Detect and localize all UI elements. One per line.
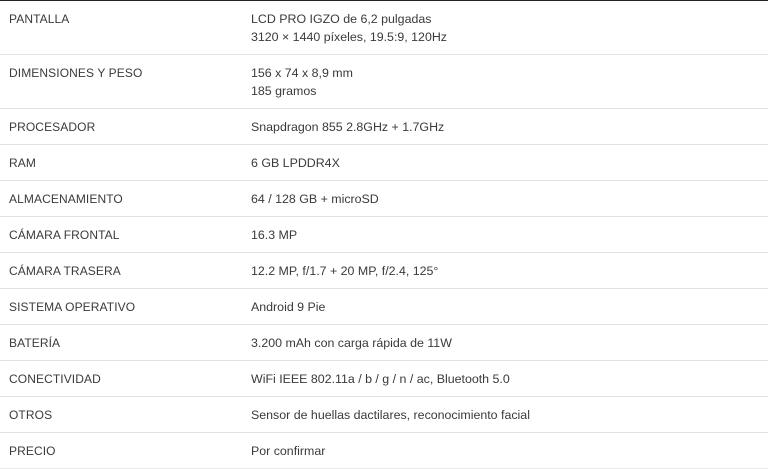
spec-value-line: LCD PRO IGZO de 6,2 pulgadas bbox=[251, 12, 432, 26]
spec-label: DIMENSIONES Y PESO bbox=[9, 66, 143, 80]
spec-value: WiFi IEEE 802.11a / b / g / n / ac, Blue… bbox=[243, 361, 768, 389]
spec-value-line: 6 GB LPDDR4X bbox=[251, 156, 340, 170]
spec-value-line: 16.3 MP bbox=[251, 228, 298, 242]
spec-value-line: Por confirmar bbox=[251, 444, 326, 458]
spec-value: 16.3 MP bbox=[243, 217, 768, 245]
spec-table: PANTALLA LCD PRO IGZO de 6,2 pulgadas 31… bbox=[0, 0, 768, 469]
spec-label: SISTEMA OPERATIVO bbox=[9, 300, 136, 314]
spec-label: CÁMARA FRONTAL bbox=[9, 228, 120, 242]
spec-value-line: Snapdragon 855 2.8GHz + 1.7GHz bbox=[251, 120, 445, 134]
spec-value-line: 12.2 MP, f/1.7 + 20 MP, f/2.4, 125° bbox=[251, 264, 439, 278]
spec-row-ram: RAM 6 GB LPDDR4X bbox=[0, 145, 768, 181]
spec-label: ALMACENAMIENTO bbox=[9, 192, 123, 206]
spec-label: RAM bbox=[9, 156, 36, 170]
spec-label: BATERÍA bbox=[9, 336, 61, 350]
spec-value-line: WiFi IEEE 802.11a / b / g / n / ac, Blue… bbox=[251, 372, 510, 386]
spec-row-procesador: PROCESADOR Snapdragon 855 2.8GHz + 1.7GH… bbox=[0, 109, 768, 145]
spec-label: PANTALLA bbox=[9, 12, 70, 26]
spec-value-line: Sensor de huellas dactilares, reconocimi… bbox=[251, 408, 530, 422]
spec-value: Android 9 Pie bbox=[243, 289, 768, 317]
spec-row-otros: OTROS Sensor de huellas dactilares, reco… bbox=[0, 397, 768, 433]
spec-value-line: 3120 × 1440 píxeles, 19.5:9, 120Hz bbox=[251, 29, 447, 44]
spec-value: 3.200 mAh con carga rápida de 11W bbox=[243, 325, 768, 353]
spec-row-sistema-operativo: SISTEMA OPERATIVO Android 9 Pie bbox=[0, 289, 768, 325]
spec-value: 12.2 MP, f/1.7 + 20 MP, f/2.4, 125° bbox=[243, 253, 768, 281]
spec-value: LCD PRO IGZO de 6,2 pulgadas 3120 × 1440… bbox=[243, 1, 768, 46]
spec-value: 6 GB LPDDR4X bbox=[243, 145, 768, 173]
spec-row-precio: PRECIO Por confirmar bbox=[0, 433, 768, 469]
spec-value: Por confirmar bbox=[243, 433, 768, 461]
spec-row-camara-trasera: CÁMARA TRASERA 12.2 MP, f/1.7 + 20 MP, f… bbox=[0, 253, 768, 289]
spec-row-camara-frontal: CÁMARA FRONTAL 16.3 MP bbox=[0, 217, 768, 253]
spec-value-line: 3.200 mAh con carga rápida de 11W bbox=[251, 336, 452, 350]
spec-value: Snapdragon 855 2.8GHz + 1.7GHz bbox=[243, 109, 768, 137]
spec-label: OTROS bbox=[9, 408, 53, 422]
spec-label: PRECIO bbox=[9, 444, 56, 458]
spec-row-bateria: BATERÍA 3.200 mAh con carga rápida de 11… bbox=[0, 325, 768, 361]
spec-value-line: 64 / 128 GB + microSD bbox=[251, 192, 379, 206]
spec-row-almacenamiento: ALMACENAMIENTO 64 / 128 GB + microSD bbox=[0, 181, 768, 217]
spec-value: Sensor de huellas dactilares, reconocimi… bbox=[243, 397, 768, 425]
spec-value-line: Android 9 Pie bbox=[251, 300, 326, 314]
spec-row-pantalla: PANTALLA LCD PRO IGZO de 6,2 pulgadas 31… bbox=[0, 1, 768, 55]
spec-row-dimensiones: DIMENSIONES Y PESO 156 x 74 x 8,9 mm 185… bbox=[0, 55, 768, 109]
spec-label: CONECTIVIDAD bbox=[9, 372, 101, 386]
spec-value: 156 x 74 x 8,9 mm 185 gramos bbox=[243, 55, 768, 100]
spec-row-conectividad: CONECTIVIDAD WiFi IEEE 802.11a / b / g /… bbox=[0, 361, 768, 397]
spec-value: 64 / 128 GB + microSD bbox=[243, 181, 768, 209]
spec-label: PROCESADOR bbox=[9, 120, 96, 134]
spec-value-line: 185 gramos bbox=[251, 83, 317, 98]
spec-value-line: 156 x 74 x 8,9 mm bbox=[251, 66, 353, 80]
spec-label: CÁMARA TRASERA bbox=[9, 264, 121, 278]
